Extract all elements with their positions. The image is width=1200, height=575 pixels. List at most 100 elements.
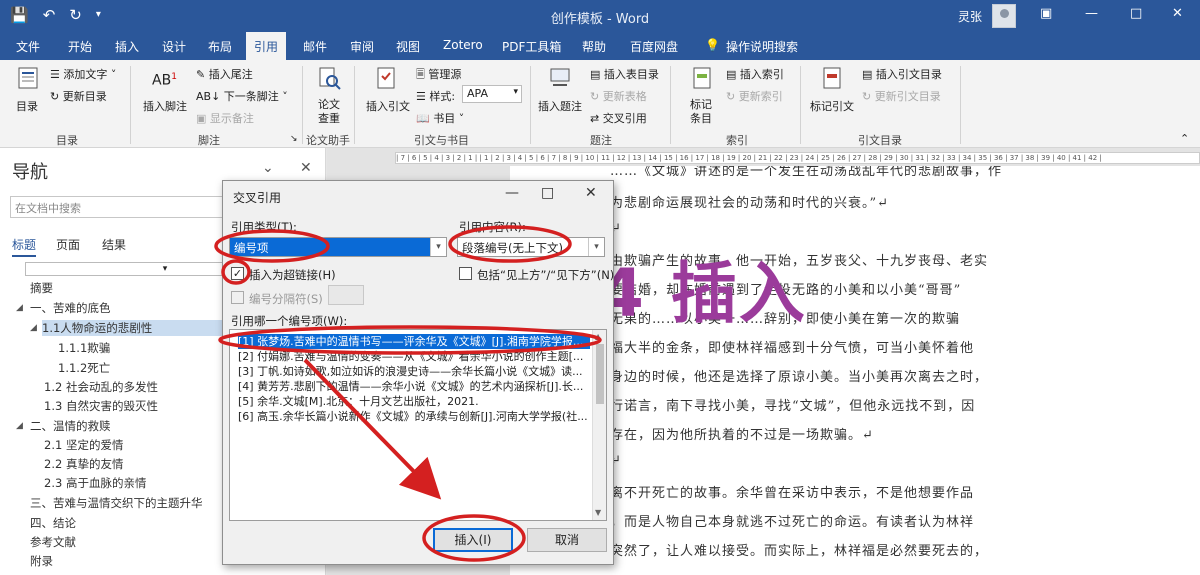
dialog-maximize-icon[interactable]: □ xyxy=(541,185,554,201)
dialog-close-icon[interactable]: ✕ xyxy=(585,185,597,201)
close-icon[interactable]: ✕ xyxy=(1172,6,1183,21)
collapse-triangle-icon[interactable]: ◢ xyxy=(16,421,23,431)
heading-item[interactable]: 1.1.2死亡 xyxy=(58,360,110,376)
ribbon-display-icon[interactable]: ▣ xyxy=(1040,6,1052,21)
next-footnote-button[interactable]: AB↓ 下一条脚注 ˅ xyxy=(196,88,288,104)
user-name[interactable]: 灵张 xyxy=(958,8,982,25)
heading-item[interactable]: 一、苦难的底色 xyxy=(30,300,111,316)
tab-help[interactable]: 帮助 xyxy=(582,38,606,55)
bibliography-button[interactable]: 📖 书目 ˅ xyxy=(416,110,464,126)
tab-zotero[interactable]: Zotero xyxy=(443,38,483,52)
update-table-button[interactable]: ↻ 更新表格 xyxy=(590,88,647,104)
insert-citation-button[interactable]: 插入引文 xyxy=(366,98,410,114)
group-footnotes: 脚注 xyxy=(198,134,220,147)
mark-entry-label2[interactable]: 条目 xyxy=(690,110,712,126)
scroll-up-icon[interactable]: ▲ xyxy=(595,332,601,341)
heading-item[interactable]: 附录 xyxy=(30,553,53,569)
reference-type-select[interactable]: 编号项 ▾ xyxy=(229,237,447,257)
manage-sources-button[interactable]: 🗏 管理源 xyxy=(416,66,461,85)
insert-index-button[interactable]: ▤ 插入索引 xyxy=(726,66,784,82)
heading-item[interactable]: 四、结论 xyxy=(30,515,76,531)
insert-endnote-button[interactable]: ✎ 插入尾注 xyxy=(196,66,253,82)
list-scrollbar[interactable]: ▲ ▼ xyxy=(592,330,606,520)
citation-style-select[interactable]: APA ▾ xyxy=(462,85,522,103)
separator-input[interactable] xyxy=(328,285,364,305)
cancel-button[interactable]: 取消 xyxy=(527,528,607,552)
heading-item[interactable]: 三、苦难与温情交织下的主题升华 xyxy=(30,495,203,511)
avatar[interactable] xyxy=(992,4,1016,28)
tab-pdf-toolbox[interactable]: PDF工具箱 xyxy=(502,38,561,55)
update-toc-button[interactable]: ↻ 更新目录 xyxy=(50,88,107,104)
insert-hyperlink-label: 插入为超链接(H) xyxy=(249,268,336,282)
reference-content-select[interactable]: 段落编号(无上下文) ▾ xyxy=(457,237,605,257)
heading-item[interactable]: 摘要 xyxy=(30,280,53,296)
insert-hyperlink-checkbox[interactable]: ✓ xyxy=(231,267,244,280)
maximize-icon[interactable]: □ xyxy=(1130,6,1142,21)
heading-item[interactable]: 2.3 高于血脉的亲情 xyxy=(44,475,146,491)
update-table-label: 更新表格 xyxy=(602,90,647,103)
tab-design[interactable]: 设计 xyxy=(162,38,186,55)
nav-tab-headings[interactable]: 标题 xyxy=(12,236,37,257)
insert-button[interactable]: 插入(I) xyxy=(433,528,513,552)
heading-item[interactable]: 1.1.1欺骗 xyxy=(58,340,110,356)
tab-references[interactable]: 引用 xyxy=(246,32,287,60)
insert-table-of-authorities-button[interactable]: ▤ 插入引文目录 xyxy=(862,66,942,82)
tell-me-search[interactable]: 操作说明搜索 xyxy=(726,38,798,55)
table-of-contents-icon[interactable] xyxy=(16,66,40,90)
show-notes-button[interactable]: ▣ 显示备注 xyxy=(196,110,254,126)
add-text-button[interactable]: ☰ 添加文字 ˅ xyxy=(50,66,116,82)
heading-item[interactable]: 2.2 真挚的友情 xyxy=(44,456,123,472)
nav-options-chevron-icon[interactable]: ⌄ xyxy=(262,160,274,176)
collapse-triangle-icon[interactable]: ◢ xyxy=(16,303,23,313)
heading-item[interactable]: 1.2 社会动乱的多发性 xyxy=(44,379,158,395)
mark-citation-button[interactable]: 标记引文 xyxy=(810,98,854,114)
tab-baidu-netdisk[interactable]: 百度网盘 xyxy=(630,38,678,55)
nav-tab-results[interactable]: 结果 xyxy=(102,236,126,253)
scroll-down-icon[interactable]: ▼ xyxy=(595,508,601,517)
horizontal-ruler[interactable]: | 7 | 6 | 5 | 4 | 3 | 2 | 1 | | 1 | 2 | … xyxy=(395,152,1200,164)
include-above-below-checkbox[interactable] xyxy=(459,267,472,280)
insert-caption-icon[interactable] xyxy=(548,66,572,90)
footnote-dialog-launcher-icon[interactable]: ↘ xyxy=(290,134,298,144)
nav-tab-pages[interactable]: 页面 xyxy=(56,236,80,253)
list-item-selected[interactable]: [1] 张梦炀.苦难中的温情书写——评余华及《文城》[J].湘南学院学报... xyxy=(238,334,590,349)
list-item[interactable]: [4] 黄芳芳.悲剧下的温情——余华小说《文城》的艺术内涵探析[J].长... xyxy=(238,379,590,394)
update-index-button[interactable]: ↻ 更新索引 xyxy=(726,88,783,104)
check-paper-label2[interactable]: 查重 xyxy=(318,110,340,126)
insert-caption-button[interactable]: 插入题注 xyxy=(538,98,582,114)
nav-close-icon[interactable]: ✕ xyxy=(300,160,312,176)
citation-style-value: APA xyxy=(467,87,488,100)
mark-entry-icon[interactable] xyxy=(690,66,714,90)
tab-home[interactable]: 开始 xyxy=(68,38,92,55)
heading-item[interactable]: 2.1 坚定的爱情 xyxy=(44,437,123,453)
list-item[interactable]: [3] 丁帆.如诗如歌,如泣如诉的浪漫史诗——余华长篇小说《文城》读... xyxy=(238,364,590,379)
insert-citation-icon[interactable] xyxy=(374,66,398,90)
list-item[interactable]: [2] 付娟娜.苦难与温情的变奏——从《文城》看余华小说的创作主题[... xyxy=(238,349,590,364)
insert-footnote-button[interactable]: 插入脚注 xyxy=(143,98,187,114)
separate-numbers-checkbox[interactable] xyxy=(231,291,244,304)
insert-footnote-icon[interactable]: AB1 xyxy=(152,72,177,89)
check-paper-icon[interactable] xyxy=(317,66,341,90)
tab-mailings[interactable]: 邮件 xyxy=(303,38,327,55)
minimize-icon[interactable]: — xyxy=(1085,6,1098,21)
toc-button[interactable]: 目录 xyxy=(16,98,38,114)
tab-review[interactable]: 审阅 xyxy=(350,38,374,55)
insert-table-of-figures-button[interactable]: ▤ 插入表目录 xyxy=(590,66,659,82)
heading-item[interactable]: 二、温情的救赎 xyxy=(30,418,111,434)
collapse-triangle-icon[interactable]: ◢ xyxy=(30,323,37,333)
tab-file[interactable]: 文件 xyxy=(16,38,40,55)
scroll-thumb[interactable] xyxy=(596,344,604,404)
collapse-ribbon-icon[interactable]: ⌃ xyxy=(1180,132,1189,145)
dialog-minimize-icon[interactable]: — xyxy=(505,185,519,201)
mark-citation-icon[interactable] xyxy=(820,66,844,90)
tab-view[interactable]: 视图 xyxy=(396,38,420,55)
update-table-of-authorities-button[interactable]: ↻ 更新引文目录 xyxy=(862,88,941,104)
list-item[interactable]: [5] 余华.文城[M].北京：十月文艺出版社，2021. xyxy=(238,394,590,409)
heading-item[interactable]: 参考文献 xyxy=(30,534,76,550)
heading-item[interactable]: 1.3 自然灾害的毁灭性 xyxy=(44,398,158,414)
cross-reference-button[interactable]: ⇄ 交叉引用 xyxy=(590,110,647,126)
list-item[interactable]: [6] 高玉.余华长篇小说新作《文城》的承续与创新[J].河南大学学报(社... xyxy=(238,409,590,424)
tab-layout[interactable]: 布局 xyxy=(208,38,232,55)
tab-insert[interactable]: 插入 xyxy=(115,38,139,55)
numbered-items-list[interactable]: [1] 张梦炀.苦难中的温情书写——评余华及《文城》[J].湘南学院学报... … xyxy=(229,329,607,521)
